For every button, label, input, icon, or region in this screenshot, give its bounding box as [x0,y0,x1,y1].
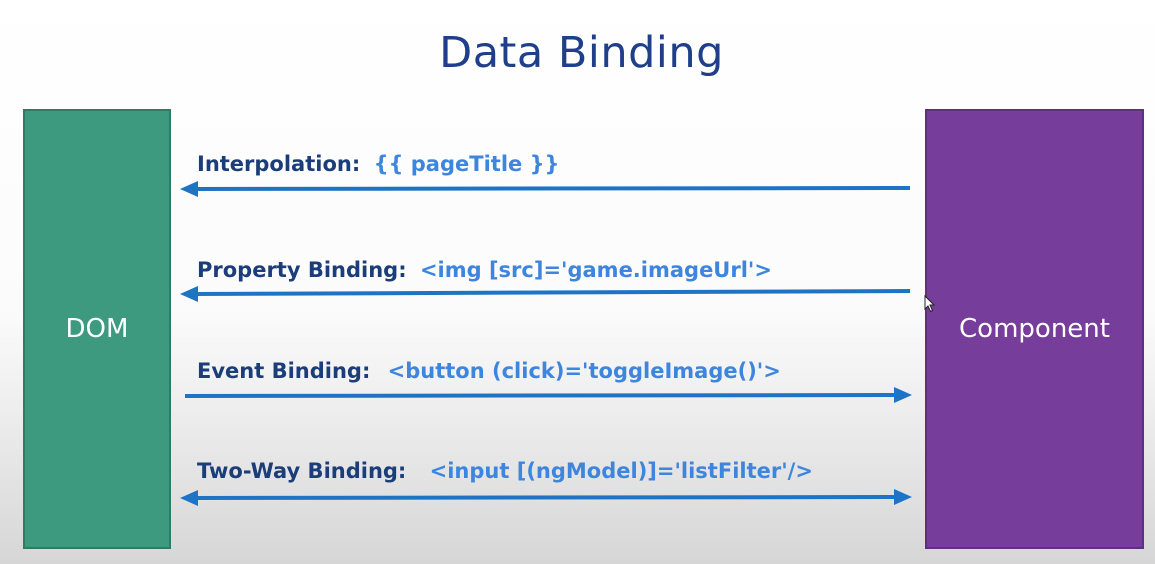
two-way-binding-arrow [180,489,912,506]
binding-arrows [180,181,912,506]
mouse-cursor-icon [924,295,936,313]
slide: Data Binding DOM Component Interpolation… [0,0,1155,564]
property-binding-arrow [180,286,911,302]
interpolation-arrow [180,181,911,197]
event-binding-arrow [184,387,912,403]
